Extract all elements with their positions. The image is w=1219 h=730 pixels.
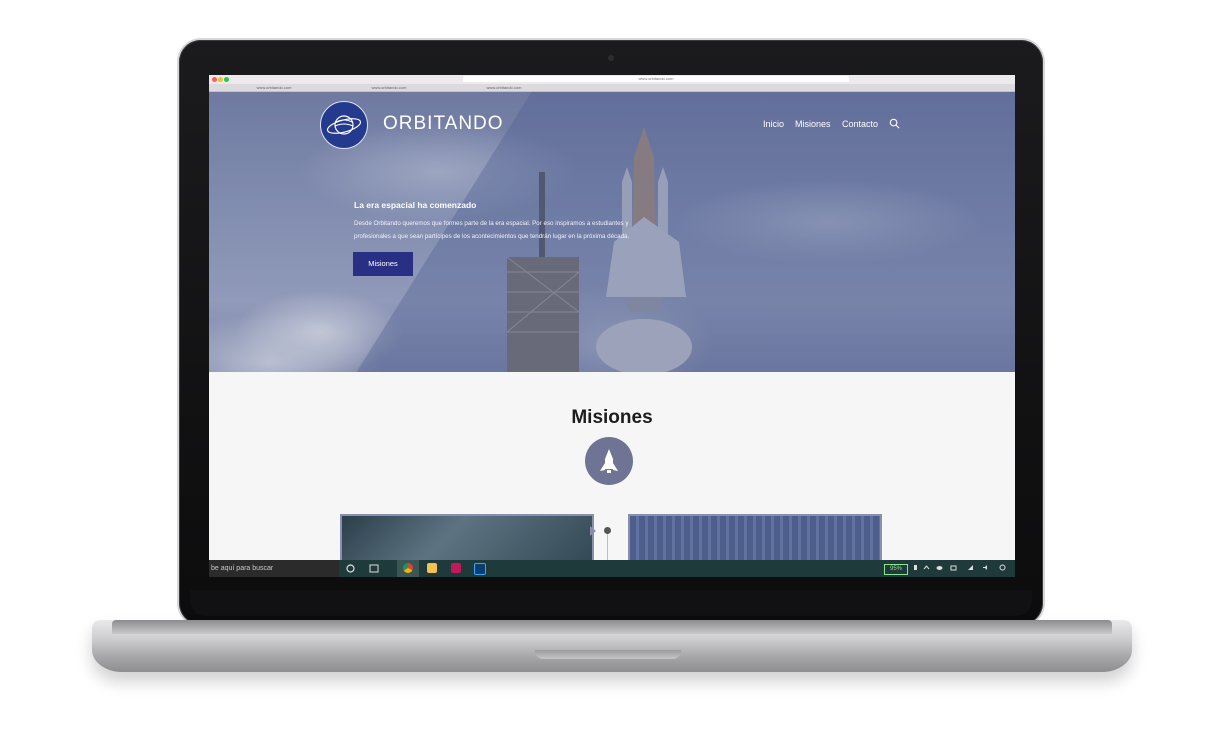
file-explorer-icon[interactable]: [427, 563, 437, 573]
screen: www.orbitando.com www.orbitando.com www.…: [209, 75, 1015, 577]
timeline-dot: [604, 527, 611, 534]
nav-inicio[interactable]: Inicio: [763, 119, 784, 129]
hero-banner: ORBITANDO Inicio Misiones Contacto La er…: [209, 92, 1015, 372]
section-title: Misiones: [571, 407, 653, 428]
maximize-window-icon[interactable]: [224, 77, 229, 82]
logo[interactable]: [320, 101, 368, 149]
hero-text: Desde Orbitando queremos que formes part…: [354, 220, 630, 240]
misiones-section: Misiones: [209, 372, 1015, 577]
notification-icon[interactable]: [999, 564, 1006, 571]
photoshop-icon[interactable]: [474, 563, 486, 575]
taskbar: be aquí para buscar 95%: [209, 560, 1015, 577]
nav-contacto[interactable]: Contacto: [842, 119, 878, 129]
laptop-notch: [535, 650, 681, 659]
misiones-button[interactable]: Misiones: [353, 252, 413, 276]
network-icon[interactable]: [950, 564, 957, 571]
close-window-icon[interactable]: [212, 77, 217, 82]
onedrive-icon[interactable]: [936, 564, 943, 571]
rocket-badge: [585, 437, 633, 485]
browser-tab[interactable]: www.orbitando.com: [219, 84, 329, 91]
saturn-logo-icon: [326, 115, 362, 135]
task-view-icon[interactable]: [369, 564, 379, 573]
chevron-up-icon[interactable]: [923, 564, 930, 571]
timeline-arrow-icon: [590, 526, 596, 536]
cortana-icon[interactable]: [346, 564, 355, 573]
hero-title: La era espacial ha comenzado: [354, 200, 477, 210]
address-bar[interactable]: www.orbitando.com: [463, 76, 849, 82]
brand-name[interactable]: ORBITANDO: [383, 113, 504, 135]
rocket-icon: [600, 449, 618, 473]
taskbar-search[interactable]: be aquí para buscar: [209, 560, 339, 577]
plug-icon[interactable]: [912, 564, 919, 571]
laptop-bezel: [190, 590, 1032, 616]
search-icon[interactable]: [889, 118, 900, 129]
tab-strip: www.orbitando.com www.orbitando.com www.…: [209, 84, 1015, 92]
indesign-icon[interactable]: [451, 563, 461, 573]
keyboard-area: [112, 620, 1112, 634]
webcam-icon: [608, 55, 614, 61]
wifi-icon[interactable]: [967, 564, 974, 571]
volume-icon[interactable]: [982, 564, 989, 571]
chrome-icon[interactable]: [403, 563, 413, 573]
browser-tab[interactable]: www.orbitando.com: [449, 84, 559, 91]
browser-tab[interactable]: www.orbitando.com: [334, 84, 444, 91]
battery-indicator[interactable]: 95%: [884, 564, 908, 575]
nav-misiones[interactable]: Misiones: [795, 119, 831, 129]
minimize-window-icon[interactable]: [218, 77, 223, 82]
